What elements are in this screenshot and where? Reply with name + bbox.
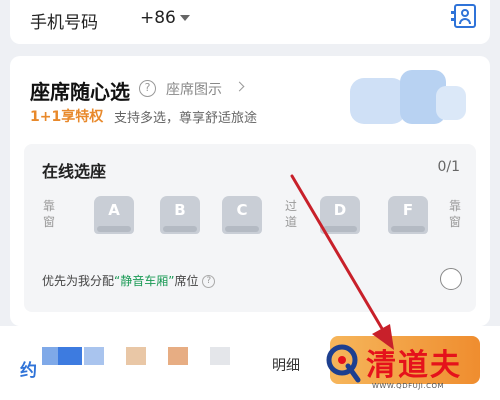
blurred-block [126, 347, 146, 365]
chevron-down-icon[interactable] [180, 15, 190, 21]
quiet-carriage-highlight: “静音车厢” [114, 274, 175, 288]
blurred-block [210, 347, 230, 365]
quiet-carriage-radio[interactable] [440, 268, 462, 290]
seat-button-c[interactable]: C [222, 196, 262, 234]
online-selection-title: 在线选座 [42, 162, 107, 181]
price-detail-link[interactable]: 明细 [272, 355, 300, 375]
online-seat-panel: 在线选座 0/1 靠窗 A B C 过道 D F 靠窗 优先为我分配“静音车厢”… [24, 144, 476, 312]
seat-selection-card: 座席随心选 ? 座席图示 1+1享特权 支持多选，尊享舒适旅途 在线选座 0/1… [10, 56, 490, 326]
contacts-book-icon[interactable] [451, 4, 476, 28]
seat-button-d[interactable]: D [320, 196, 360, 234]
selection-count: 0/1 [437, 159, 460, 175]
help-icon[interactable]: ? [202, 275, 216, 288]
seat-illustration [340, 64, 480, 134]
blurred-block [168, 347, 188, 365]
blurred-price [42, 347, 58, 365]
privilege-description: 支持多选，尊享舒适旅途 [114, 111, 258, 126]
seat-button-f[interactable]: F [388, 196, 428, 234]
privilege-badge: 1+1享特权 [30, 109, 104, 125]
blurred-price [84, 347, 104, 365]
seat-map-link[interactable]: 座席图示 [166, 79, 222, 99]
watermark-url: WWW.QDFUJI.COM [372, 382, 445, 390]
chevron-right-icon[interactable] [234, 81, 245, 92]
quiet-prefix: 优先为我分配 [42, 274, 115, 288]
window-left-label: 靠窗 [42, 199, 55, 229]
phone-row: 手机号码 +86 [10, 0, 490, 44]
seat-section-title: 座席随心选 [30, 80, 130, 104]
country-code-selector[interactable]: +86 [140, 8, 176, 28]
price-label: 约 [20, 361, 37, 381]
window-right-label: 靠窗 [448, 199, 461, 229]
aisle-label: 过道 [284, 199, 297, 229]
help-icon[interactable]: ? [139, 80, 156, 97]
quiet-carriage-preference: 优先为我分配“静音车厢”席位 ? [42, 272, 216, 289]
watermark-logo-icon [326, 344, 361, 383]
watermark-text: 清道夫 [366, 348, 462, 383]
quiet-suffix: 席位 [174, 274, 199, 288]
phone-label: 手机号码 [30, 13, 98, 33]
seat-button-a[interactable]: A [94, 196, 134, 234]
blurred-price [58, 347, 82, 365]
seat-button-b[interactable]: B [160, 196, 200, 234]
